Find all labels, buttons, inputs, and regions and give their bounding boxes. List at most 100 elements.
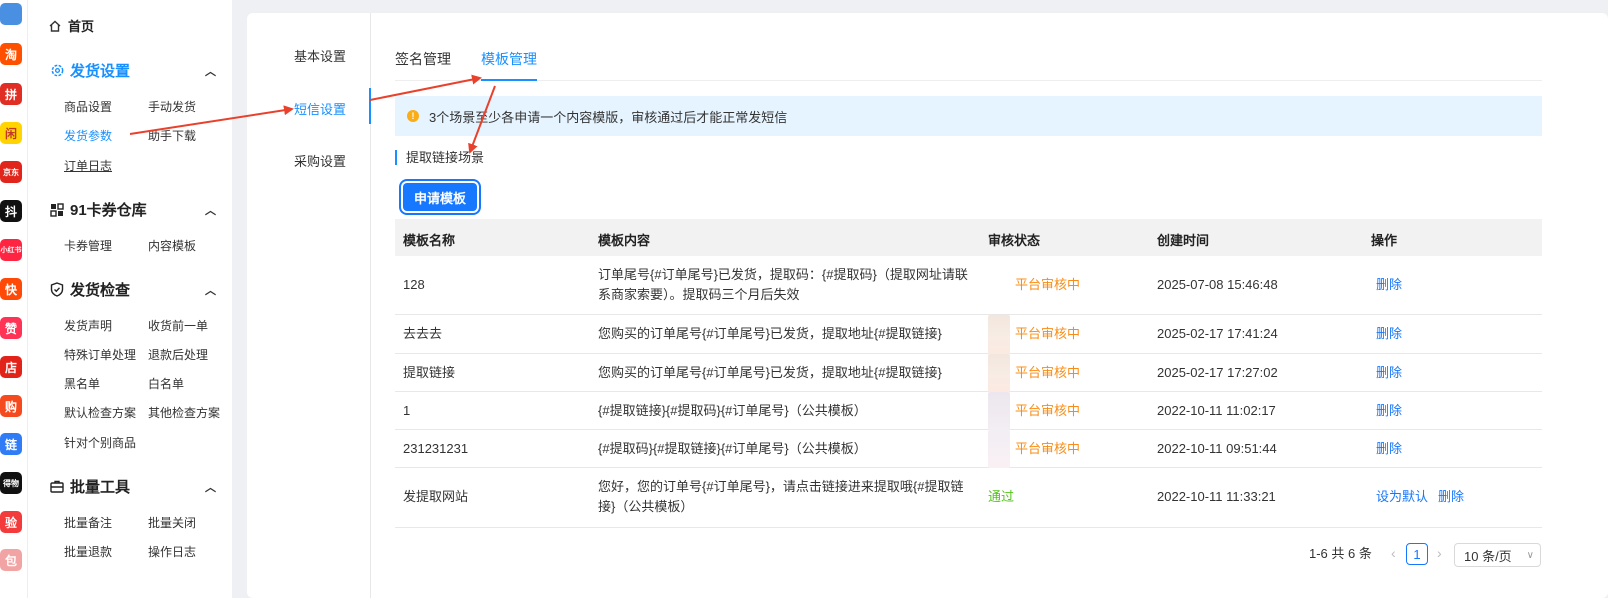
sidebar-item-specific-product[interactable]: 针对个别商品 — [64, 434, 136, 451]
shield-icon — [48, 281, 66, 299]
thumb-icon[interactable]: 赞 — [0, 317, 22, 339]
app-strip: 淘拼闲京东抖小红书快赞店购链得物验包 — [0, 0, 28, 598]
home-icon — [49, 20, 61, 32]
sidebar-item-content-template[interactable]: 内容模板 — [148, 237, 196, 254]
sidebar-item-batch-refund[interactable]: 批量退款 — [64, 543, 112, 560]
grid-app-icon[interactable] — [0, 3, 22, 25]
sidebar-item-pre-receipt[interactable]: 收货前一单 — [148, 317, 208, 334]
template-name: 231231231 — [403, 441, 469, 456]
page-button-current[interactable]: 1 — [1406, 543, 1428, 565]
sidebar-item-helper-download[interactable]: 助手下载 — [148, 127, 196, 144]
section-title: 发货设置 — [70, 63, 131, 80]
delete-link[interactable]: 删除 — [1376, 441, 1402, 456]
content-card: 基本设置 短信设置 采购设置 签名管理 模板管理 ! 3个场景至少各申请一个内容… — [247, 13, 1608, 598]
section-shipping-check[interactable]: 发货检查 ︿ — [48, 279, 216, 300]
shop-icon[interactable]: 店 — [0, 356, 22, 378]
section-title: 发货检查 — [70, 282, 131, 299]
chevron-up-icon[interactable]: ︿ — [205, 282, 216, 298]
sidebar-item-coupon-manage[interactable]: 卡券管理 — [64, 237, 112, 254]
bag-icon[interactable]: 购 — [0, 395, 22, 417]
tab-signature[interactable]: 签名管理 — [395, 49, 451, 69]
section-title: 91卡券仓库 — [70, 202, 147, 219]
delete-link[interactable]: 删除 — [1376, 365, 1402, 380]
sidebar-item-ship-params[interactable]: 发货参数 — [64, 127, 112, 144]
next-page-icon[interactable]: › — [1437, 545, 1442, 561]
column-header: 模板名称 — [403, 233, 456, 248]
table-row: 1 {#提取链接}{#提取码}{#订单尾号}（公共模板） 平台审核中 2022-… — [395, 392, 1542, 430]
apply-template-button[interactable]: 申请模板 — [403, 183, 477, 211]
menu-basic-settings[interactable]: 基本设置 — [294, 46, 346, 65]
sidebar-item-default-plan[interactable]: 默认检查方案 — [64, 404, 136, 421]
template-name: 128 — [403, 277, 425, 292]
douyin-icon[interactable]: 抖 — [0, 200, 22, 222]
template-content: 订单尾号{#订单尾号}已发货，提取码：{#提取码}（提取网址请联系商家索要）。提… — [598, 267, 968, 302]
sidebar-item-product-settings[interactable]: 商品设置 — [64, 98, 112, 115]
template-name: 1 — [403, 403, 411, 418]
prev-page-icon[interactable]: ‹ — [1391, 545, 1396, 561]
template-content: 您购买的订单尾号{#订单尾号}已发货，提取地址{#提取链接} — [598, 365, 942, 380]
delete-link[interactable]: 删除 — [1376, 277, 1402, 292]
sidebar-home[interactable]: 首页 — [48, 16, 94, 35]
scene-title: 提取链接场景 — [395, 150, 484, 165]
page-size-value: 10 条/页 — [1464, 548, 1512, 564]
sidebar-item-ship-statement[interactable]: 发货声明 — [64, 317, 112, 334]
kuaishou-icon[interactable]: 快 — [0, 278, 22, 300]
status-badge: 平台审核中 — [1015, 365, 1081, 380]
tab-template[interactable]: 模板管理 — [481, 49, 537, 69]
info-alert: ! 3个场景至少各申请一个内容模版，审核通过后才能正常发短信 — [395, 96, 1542, 136]
table-row: 去去去 您购买的订单尾号{#订单尾号}已发货，提取地址{#提取链接} 平台审核中… — [395, 315, 1542, 354]
sidebar-item-operation-log[interactable]: 操作日志 — [148, 543, 196, 560]
warning-icon: ! — [407, 110, 419, 122]
chevron-up-icon[interactable]: ︿ — [205, 479, 216, 495]
delete-link[interactable]: 删除 — [1438, 489, 1464, 504]
section-shipping-settings[interactable]: 发货设置 ︿ — [48, 60, 216, 81]
delete-link[interactable]: 删除 — [1376, 326, 1402, 341]
pagination-summary: 1-6 共 6 条 — [1309, 546, 1372, 561]
table-row: 128 订单尾号{#订单尾号}已发货，提取码：{#提取码}（提取网址请联系商家索… — [395, 256, 1542, 315]
jd-icon[interactable]: 京东 — [0, 161, 22, 183]
sidebar-item-other-plan[interactable]: 其他检查方案 — [148, 404, 220, 421]
created-time: 2025-02-17 17:27:02 — [1157, 365, 1278, 380]
sidebar-item-order-log[interactable]: 订单日志 — [64, 157, 112, 174]
check-icon[interactable]: 验 — [0, 511, 22, 533]
menu-sms-settings[interactable]: 短信设置 — [294, 99, 346, 118]
sidebar-item-after-refund[interactable]: 退款后处理 — [148, 346, 208, 363]
created-time: 2025-07-08 15:46:48 — [1157, 277, 1278, 292]
bag2-icon[interactable]: 包 — [0, 549, 22, 571]
redacted-area — [988, 392, 1010, 430]
template-name: 去去去 — [403, 326, 443, 341]
chevron-up-icon[interactable]: ︿ — [205, 202, 216, 218]
dewu-icon[interactable]: 得物 — [0, 472, 22, 494]
settings-menu: 基本设置 短信设置 采购设置 — [247, 13, 371, 598]
template-content: {#提取链接}{#提取码}{#订单尾号}（公共模板） — [598, 403, 867, 418]
sidebar-item-whitelist[interactable]: 白名单 — [148, 375, 184, 392]
alert-text: 3个场景至少各申请一个内容模版，审核通过后才能正常发短信 — [429, 109, 788, 125]
redacted-area — [988, 430, 1010, 468]
template-content: {#提取码}{#提取链接}{#订单尾号}（公共模板） — [598, 441, 867, 456]
table-header: 模板名称 模板内容 审核状态 创建时间 操作 — [395, 219, 1542, 256]
xianyu-icon[interactable]: 闲 — [0, 122, 22, 144]
section-coupon-warehouse[interactable]: 91卡券仓库 ︿ — [48, 199, 216, 220]
sidebar-item-manual-ship[interactable]: 手动发货 — [148, 98, 196, 115]
taobao-icon[interactable]: 淘 — [0, 43, 22, 65]
sidebar-item-batch-close[interactable]: 批量关闭 — [148, 514, 196, 531]
set-default-link[interactable]: 设为默认 — [1376, 489, 1428, 504]
page-size-select[interactable]: 10 条/页 ∨ — [1454, 543, 1541, 567]
status-badge: 平台审核中 — [1015, 441, 1081, 456]
pinduoduo-icon[interactable]: 拼 — [0, 83, 22, 105]
section-batch-tools[interactable]: 批量工具 ︿ — [48, 476, 216, 497]
section-title: 批量工具 — [70, 479, 131, 496]
link-icon[interactable]: 链 — [0, 433, 22, 455]
sidebar-item-blacklist[interactable]: 黑名单 — [64, 375, 100, 392]
menu-active-indicator — [369, 88, 371, 124]
table-row: 231231231 {#提取码}{#提取链接}{#订单尾号}（公共模板） 平台审… — [395, 430, 1542, 468]
sidebar-item-special-order[interactable]: 特殊订单处理 — [64, 346, 136, 363]
delete-link[interactable]: 删除 — [1376, 403, 1402, 418]
sidebar-item-batch-note[interactable]: 批量备注 — [64, 514, 112, 531]
template-content: 您好，您的订单号{#订单尾号}，请点击链接进来提取哦{#提取链接}（公共模板） — [598, 479, 964, 514]
sidebar: 首页 发货设置 ︿ 商品设置 手动发货 发货参数 助手下载 订单日志 91卡券仓… — [28, 0, 232, 598]
chevron-down-icon: ∨ — [1526, 549, 1534, 561]
menu-purchase-settings[interactable]: 采购设置 — [294, 151, 346, 170]
chevron-up-icon[interactable]: ︿ — [205, 63, 216, 79]
xiaohongshu-icon[interactable]: 小红书 — [0, 239, 22, 261]
